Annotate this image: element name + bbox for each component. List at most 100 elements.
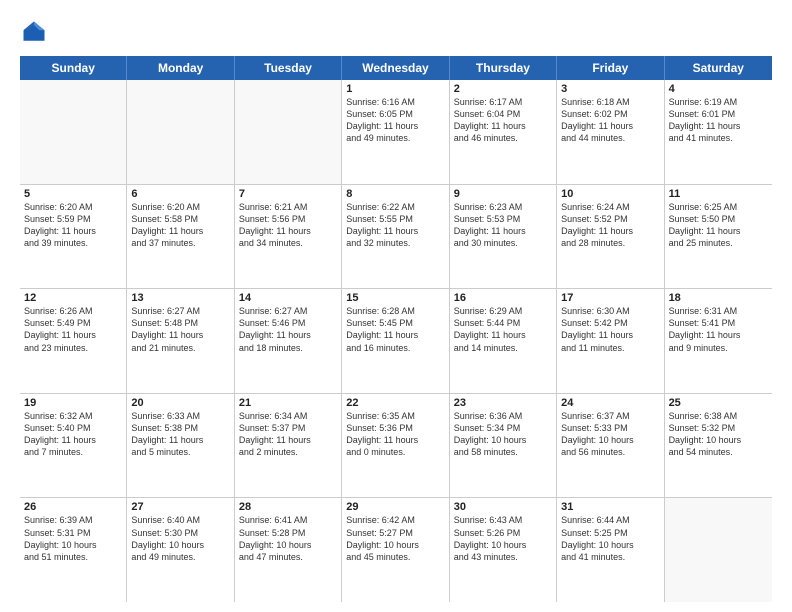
day-info: Sunrise: 6:44 AM Sunset: 5:25 PM Dayligh… bbox=[561, 514, 659, 563]
day-number: 3 bbox=[561, 83, 659, 95]
day-number: 31 bbox=[561, 501, 659, 513]
day-number: 16 bbox=[454, 292, 552, 304]
calendar-cell: 17Sunrise: 6:30 AM Sunset: 5:42 PM Dayli… bbox=[557, 289, 664, 393]
day-number: 4 bbox=[669, 83, 768, 95]
day-number: 12 bbox=[24, 292, 122, 304]
calendar-cell: 14Sunrise: 6:27 AM Sunset: 5:46 PM Dayli… bbox=[235, 289, 342, 393]
calendar-cell: 20Sunrise: 6:33 AM Sunset: 5:38 PM Dayli… bbox=[127, 394, 234, 498]
day-number: 10 bbox=[561, 188, 659, 200]
day-number: 27 bbox=[131, 501, 229, 513]
day-info: Sunrise: 6:26 AM Sunset: 5:49 PM Dayligh… bbox=[24, 305, 122, 354]
day-info: Sunrise: 6:33 AM Sunset: 5:38 PM Dayligh… bbox=[131, 410, 229, 459]
calendar-cell: 29Sunrise: 6:42 AM Sunset: 5:27 PM Dayli… bbox=[342, 498, 449, 602]
calendar-cell: 19Sunrise: 6:32 AM Sunset: 5:40 PM Dayli… bbox=[20, 394, 127, 498]
calendar-cell: 25Sunrise: 6:38 AM Sunset: 5:32 PM Dayli… bbox=[665, 394, 772, 498]
page: SundayMondayTuesdayWednesdayThursdayFrid… bbox=[0, 0, 792, 612]
day-info: Sunrise: 6:29 AM Sunset: 5:44 PM Dayligh… bbox=[454, 305, 552, 354]
day-info: Sunrise: 6:35 AM Sunset: 5:36 PM Dayligh… bbox=[346, 410, 444, 459]
day-number: 20 bbox=[131, 397, 229, 409]
calendar-cell: 18Sunrise: 6:31 AM Sunset: 5:41 PM Dayli… bbox=[665, 289, 772, 393]
calendar-cell: 8Sunrise: 6:22 AM Sunset: 5:55 PM Daylig… bbox=[342, 185, 449, 289]
day-info: Sunrise: 6:31 AM Sunset: 5:41 PM Dayligh… bbox=[669, 305, 768, 354]
day-info: Sunrise: 6:38 AM Sunset: 5:32 PM Dayligh… bbox=[669, 410, 768, 459]
day-number: 28 bbox=[239, 501, 337, 513]
day-info: Sunrise: 6:22 AM Sunset: 5:55 PM Dayligh… bbox=[346, 201, 444, 250]
cal-header-day: Saturday bbox=[665, 56, 772, 80]
cal-header-day: Monday bbox=[127, 56, 234, 80]
calendar-cell: 3Sunrise: 6:18 AM Sunset: 6:02 PM Daylig… bbox=[557, 80, 664, 184]
calendar-cell: 22Sunrise: 6:35 AM Sunset: 5:36 PM Dayli… bbox=[342, 394, 449, 498]
day-number: 14 bbox=[239, 292, 337, 304]
day-number: 2 bbox=[454, 83, 552, 95]
day-info: Sunrise: 6:30 AM Sunset: 5:42 PM Dayligh… bbox=[561, 305, 659, 354]
calendar-cell: 16Sunrise: 6:29 AM Sunset: 5:44 PM Dayli… bbox=[450, 289, 557, 393]
calendar-cell: 4Sunrise: 6:19 AM Sunset: 6:01 PM Daylig… bbox=[665, 80, 772, 184]
calendar-cell: 31Sunrise: 6:44 AM Sunset: 5:25 PM Dayli… bbox=[557, 498, 664, 602]
calendar-cell: 21Sunrise: 6:34 AM Sunset: 5:37 PM Dayli… bbox=[235, 394, 342, 498]
day-number: 13 bbox=[131, 292, 229, 304]
day-info: Sunrise: 6:27 AM Sunset: 5:48 PM Dayligh… bbox=[131, 305, 229, 354]
cal-header-day: Wednesday bbox=[342, 56, 449, 80]
day-number: 5 bbox=[24, 188, 122, 200]
day-info: Sunrise: 6:28 AM Sunset: 5:45 PM Dayligh… bbox=[346, 305, 444, 354]
calendar-cell bbox=[235, 80, 342, 184]
day-number: 1 bbox=[346, 83, 444, 95]
day-info: Sunrise: 6:37 AM Sunset: 5:33 PM Dayligh… bbox=[561, 410, 659, 459]
calendar-cell bbox=[127, 80, 234, 184]
calendar-row: 5Sunrise: 6:20 AM Sunset: 5:59 PM Daylig… bbox=[20, 185, 772, 290]
day-info: Sunrise: 6:24 AM Sunset: 5:52 PM Dayligh… bbox=[561, 201, 659, 250]
day-number: 26 bbox=[24, 501, 122, 513]
calendar-cell: 30Sunrise: 6:43 AM Sunset: 5:26 PM Dayli… bbox=[450, 498, 557, 602]
day-info: Sunrise: 6:34 AM Sunset: 5:37 PM Dayligh… bbox=[239, 410, 337, 459]
day-info: Sunrise: 6:20 AM Sunset: 5:58 PM Dayligh… bbox=[131, 201, 229, 250]
calendar-cell: 11Sunrise: 6:25 AM Sunset: 5:50 PM Dayli… bbox=[665, 185, 772, 289]
day-number: 21 bbox=[239, 397, 337, 409]
calendar: SundayMondayTuesdayWednesdayThursdayFrid… bbox=[20, 56, 772, 602]
calendar-cell: 6Sunrise: 6:20 AM Sunset: 5:58 PM Daylig… bbox=[127, 185, 234, 289]
calendar-cell: 1Sunrise: 6:16 AM Sunset: 6:05 PM Daylig… bbox=[342, 80, 449, 184]
calendar-row: 12Sunrise: 6:26 AM Sunset: 5:49 PM Dayli… bbox=[20, 289, 772, 394]
cal-header-day: Friday bbox=[557, 56, 664, 80]
day-info: Sunrise: 6:18 AM Sunset: 6:02 PM Dayligh… bbox=[561, 96, 659, 145]
calendar-body: 1Sunrise: 6:16 AM Sunset: 6:05 PM Daylig… bbox=[20, 80, 772, 602]
day-number: 19 bbox=[24, 397, 122, 409]
cal-header-day: Sunday bbox=[20, 56, 127, 80]
calendar-header: SundayMondayTuesdayWednesdayThursdayFrid… bbox=[20, 56, 772, 80]
day-info: Sunrise: 6:16 AM Sunset: 6:05 PM Dayligh… bbox=[346, 96, 444, 145]
calendar-cell: 13Sunrise: 6:27 AM Sunset: 5:48 PM Dayli… bbox=[127, 289, 234, 393]
day-number: 11 bbox=[669, 188, 768, 200]
day-number: 9 bbox=[454, 188, 552, 200]
day-number: 17 bbox=[561, 292, 659, 304]
day-info: Sunrise: 6:42 AM Sunset: 5:27 PM Dayligh… bbox=[346, 514, 444, 563]
calendar-cell: 27Sunrise: 6:40 AM Sunset: 5:30 PM Dayli… bbox=[127, 498, 234, 602]
day-number: 8 bbox=[346, 188, 444, 200]
day-number: 30 bbox=[454, 501, 552, 513]
day-info: Sunrise: 6:20 AM Sunset: 5:59 PM Dayligh… bbox=[24, 201, 122, 250]
day-number: 24 bbox=[561, 397, 659, 409]
calendar-cell: 15Sunrise: 6:28 AM Sunset: 5:45 PM Dayli… bbox=[342, 289, 449, 393]
header bbox=[20, 18, 772, 46]
day-number: 23 bbox=[454, 397, 552, 409]
calendar-cell: 28Sunrise: 6:41 AM Sunset: 5:28 PM Dayli… bbox=[235, 498, 342, 602]
day-info: Sunrise: 6:21 AM Sunset: 5:56 PM Dayligh… bbox=[239, 201, 337, 250]
calendar-row: 1Sunrise: 6:16 AM Sunset: 6:05 PM Daylig… bbox=[20, 80, 772, 185]
calendar-cell: 2Sunrise: 6:17 AM Sunset: 6:04 PM Daylig… bbox=[450, 80, 557, 184]
day-info: Sunrise: 6:32 AM Sunset: 5:40 PM Dayligh… bbox=[24, 410, 122, 459]
day-number: 6 bbox=[131, 188, 229, 200]
calendar-cell: 5Sunrise: 6:20 AM Sunset: 5:59 PM Daylig… bbox=[20, 185, 127, 289]
day-info: Sunrise: 6:19 AM Sunset: 6:01 PM Dayligh… bbox=[669, 96, 768, 145]
calendar-cell: 9Sunrise: 6:23 AM Sunset: 5:53 PM Daylig… bbox=[450, 185, 557, 289]
cal-header-day: Thursday bbox=[450, 56, 557, 80]
day-info: Sunrise: 6:23 AM Sunset: 5:53 PM Dayligh… bbox=[454, 201, 552, 250]
day-info: Sunrise: 6:43 AM Sunset: 5:26 PM Dayligh… bbox=[454, 514, 552, 563]
calendar-row: 19Sunrise: 6:32 AM Sunset: 5:40 PM Dayli… bbox=[20, 394, 772, 499]
calendar-cell: 7Sunrise: 6:21 AM Sunset: 5:56 PM Daylig… bbox=[235, 185, 342, 289]
day-info: Sunrise: 6:36 AM Sunset: 5:34 PM Dayligh… bbox=[454, 410, 552, 459]
logo-icon bbox=[20, 18, 48, 46]
calendar-cell: 23Sunrise: 6:36 AM Sunset: 5:34 PM Dayli… bbox=[450, 394, 557, 498]
day-number: 15 bbox=[346, 292, 444, 304]
day-number: 18 bbox=[669, 292, 768, 304]
day-number: 22 bbox=[346, 397, 444, 409]
day-info: Sunrise: 6:17 AM Sunset: 6:04 PM Dayligh… bbox=[454, 96, 552, 145]
calendar-cell bbox=[20, 80, 127, 184]
